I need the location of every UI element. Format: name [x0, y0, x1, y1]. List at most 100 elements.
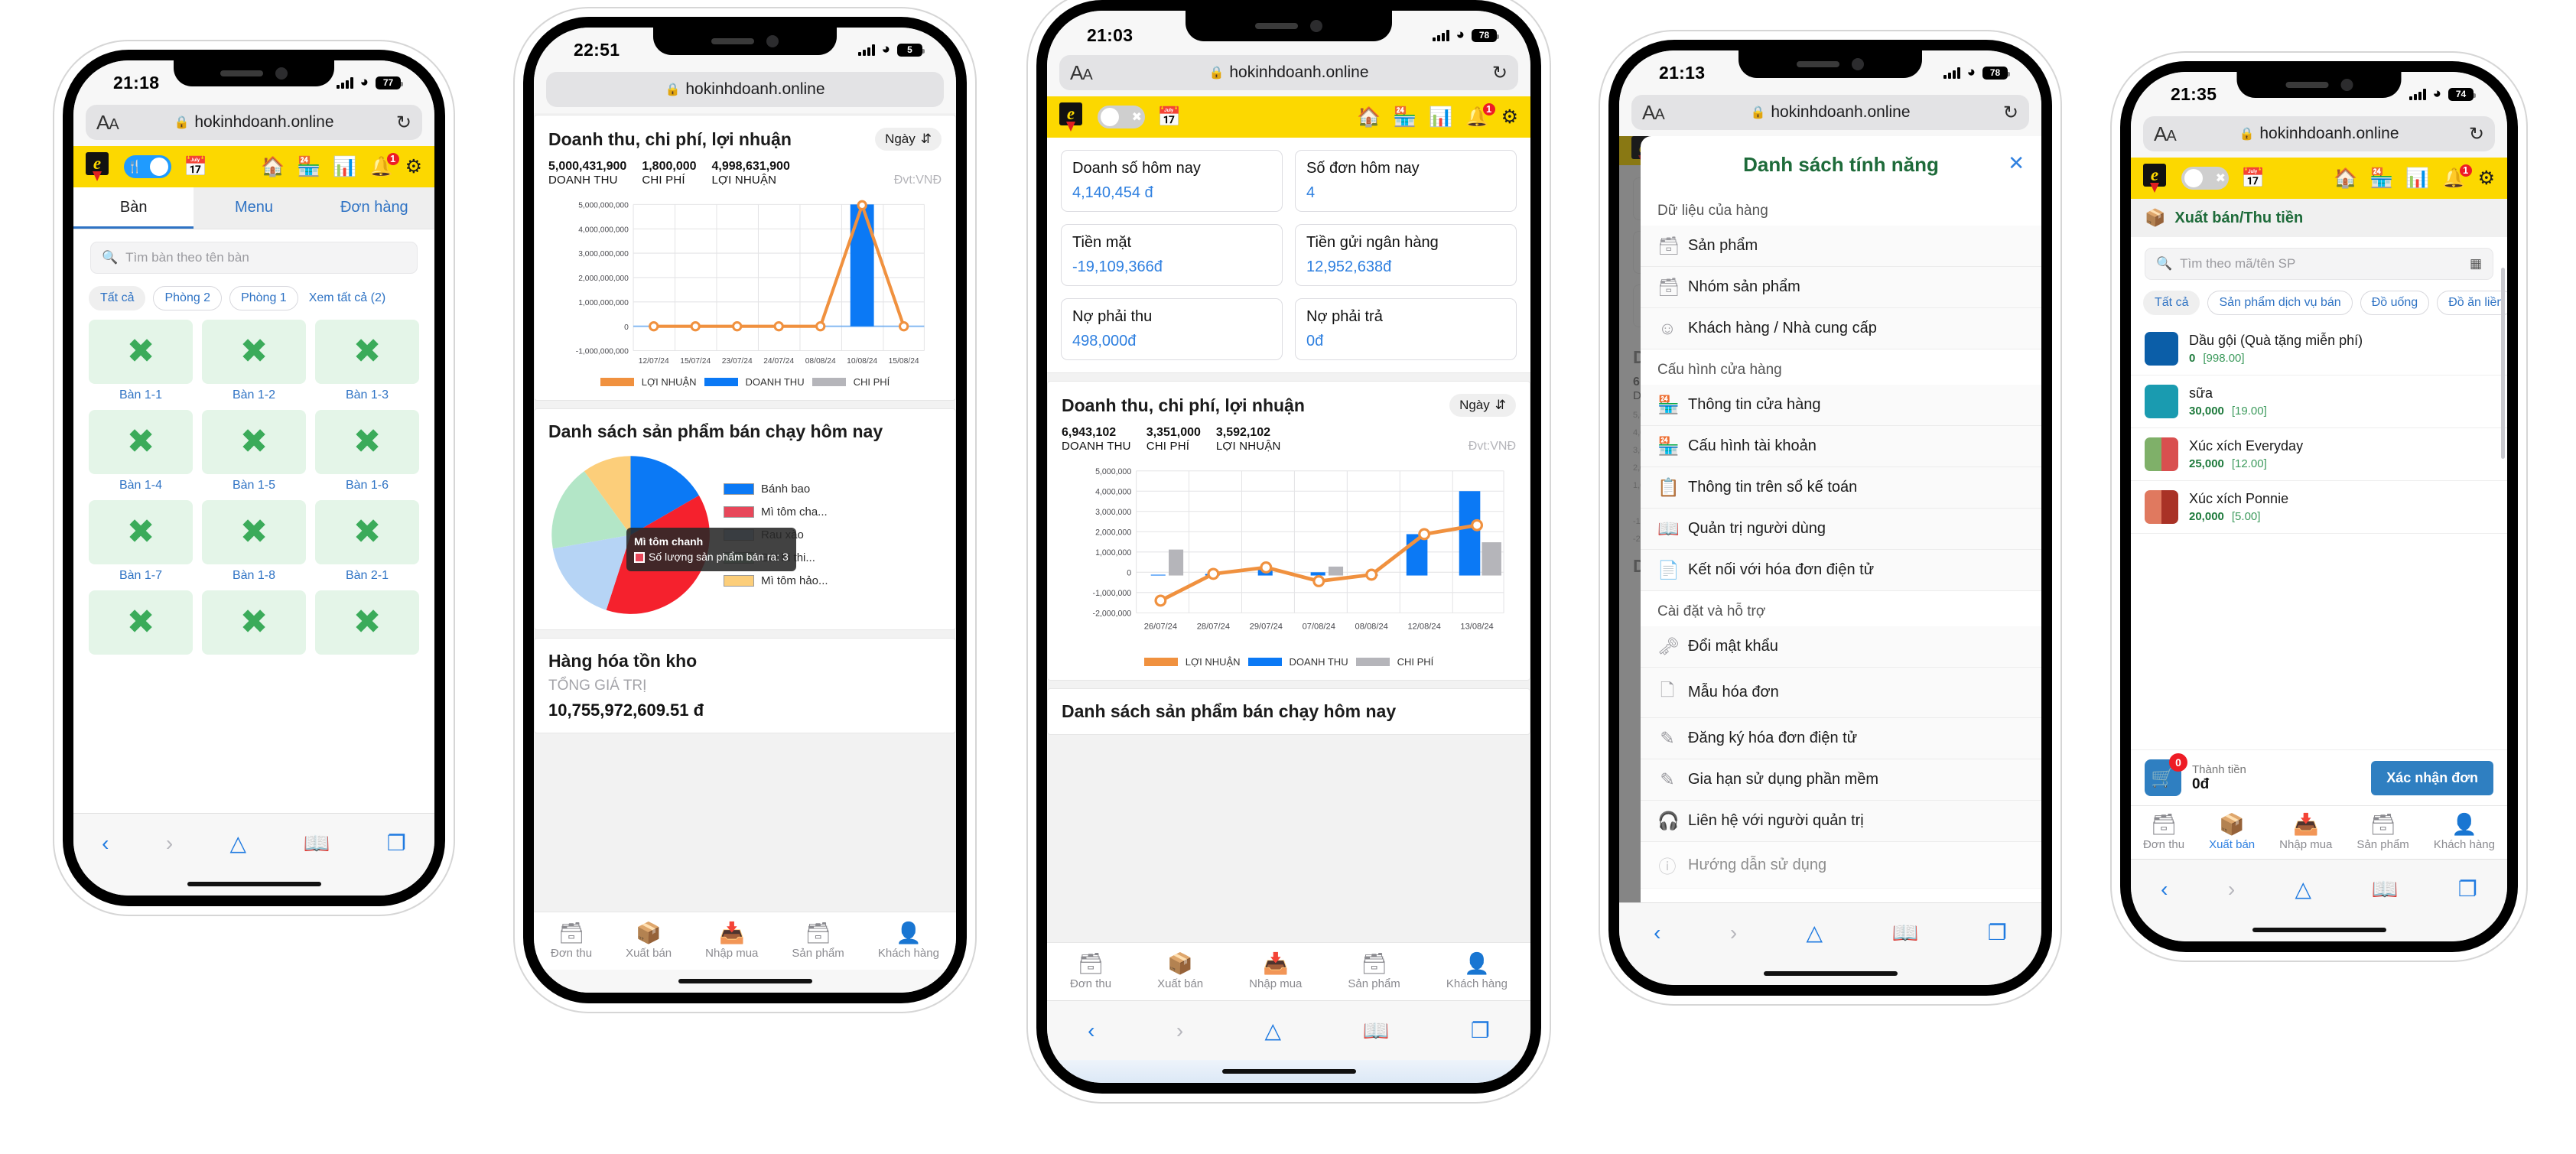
tab-xuat-ban[interactable]: 📦 Xuất bán: [626, 922, 672, 960]
chip-do-uong[interactable]: Đồ uống: [2360, 291, 2430, 315]
tab-khach-hang[interactable]: 👤 Khách hàng: [878, 922, 939, 960]
address-text[interactable]: 🔒 hokinhdoanh.online: [86, 113, 422, 132]
tabs-icon[interactable]: ❐: [387, 831, 406, 856]
home-icon[interactable]: 🏠: [1357, 107, 1381, 127]
view-all-link[interactable]: Xem tất cả (2): [305, 287, 397, 310]
table-cell[interactable]: ✖ Bàn 1-8: [202, 500, 306, 583]
table-cell[interactable]: ✖: [89, 590, 193, 655]
notifications-button[interactable]: 🔔 1: [369, 151, 401, 177]
app-logo-icon[interactable]: e: [1059, 102, 1085, 132]
chip-tat-ca[interactable]: Tất cả: [2143, 291, 2200, 315]
back-icon[interactable]: ‹: [1088, 1019, 1094, 1043]
forward-icon[interactable]: ›: [1730, 921, 1737, 945]
period-select[interactable]: Ngày ⇵: [1449, 394, 1516, 417]
chip-do-an-lien[interactable]: Đồ ăn liền: [2437, 291, 2507, 315]
search-input[interactable]: 🔍 Tìm bàn theo tên bàn: [90, 242, 418, 274]
address-text[interactable]: 🔒 hokinhdoanh.online: [1059, 63, 1518, 82]
forward-icon[interactable]: ›: [1176, 1019, 1183, 1043]
kpi-card[interactable]: Nợ phải thu 498,000đ: [1061, 298, 1283, 360]
menu-item-khach-hang[interactable]: ☺ Khách hàng / Nhà cung cấp: [1641, 308, 2041, 349]
table-cell[interactable]: ✖: [315, 590, 419, 655]
tabs-icon[interactable]: ❐: [2458, 876, 2477, 902]
chip-phong-1[interactable]: Phòng 1: [229, 286, 298, 310]
share-icon[interactable]: △: [230, 831, 247, 856]
reload-icon[interactable]: ↻: [1492, 62, 1508, 84]
table-cell[interactable]: ✖ Bàn 1-3: [315, 320, 419, 402]
store-icon[interactable]: 🏪: [1393, 107, 1416, 127]
table-cell[interactable]: ✖ Bàn 1-7: [89, 500, 193, 583]
menu-item-gia-han[interactable]: ✎ Gia hạn sử dụng phần mềm: [1641, 759, 2041, 801]
tab-san-pham[interactable]: 🗃 Sản phẩm: [2356, 814, 2408, 851]
gear-icon[interactable]: ⚙: [1501, 107, 1518, 127]
address-text[interactable]: 🔒 hokinhdoanh.online: [546, 80, 944, 99]
table-cell[interactable]: ✖ Bàn 1-1: [89, 320, 193, 402]
phone-4-browser-url-bar[interactable]: AA 🔒 hokinhdoanh.online ↻: [1619, 95, 2041, 136]
menu-item-ket-noi-hoa-don[interactable]: 📄 Kết nối với hóa đơn điện tử: [1641, 550, 2041, 591]
tabs-icon[interactable]: ❐: [1471, 1018, 1490, 1043]
tab-nhap-mua[interactable]: 📥 Nhập mua: [2279, 814, 2332, 851]
service-mode-toggle[interactable]: ✖: [2181, 167, 2229, 190]
chip-phong-2[interactable]: Phòng 2: [153, 286, 223, 310]
phone-3-browser-url-bar[interactable]: AA 🔒 hokinhdoanh.online ↻: [1047, 55, 1530, 96]
menu-item-huong-dan[interactable]: ⓘ Hướng dẫn sử dụng: [1641, 842, 2041, 889]
store-icon[interactable]: 🏪: [297, 157, 320, 177]
menu-item-dang-ky-hoa-don[interactable]: ✎ Đăng ký hóa đơn điện tử: [1641, 718, 2041, 759]
back-icon[interactable]: ‹: [102, 831, 109, 856]
period-select[interactable]: Ngày ⇵: [875, 128, 942, 151]
menu-item-doi-mat-khau[interactable]: 🗝 Đổi mật khẩu: [1641, 626, 2041, 668]
reload-icon[interactable]: ↻: [2469, 123, 2484, 145]
table-cell[interactable]: ✖ Bàn 2-1: [315, 500, 419, 583]
tab-san-pham[interactable]: 🗃 Sản phẩm: [1348, 953, 1400, 990]
tab-menu[interactable]: Menu: [194, 187, 314, 229]
share-icon[interactable]: △: [1807, 920, 1823, 945]
product-row[interactable]: sữa 30,000 [19.00]: [2131, 375, 2507, 428]
menu-item-quan-tri-nguoi-dung[interactable]: 📖 Quản trị người dùng: [1641, 509, 2041, 550]
bookmarks-icon[interactable]: 📖: [2371, 876, 2398, 902]
back-icon[interactable]: ‹: [2161, 877, 2168, 902]
menu-item-thong-tin-cua-hang[interactable]: 🏪 Thông tin cửa hàng: [1641, 385, 2041, 426]
chip-san-pham-dich-vu[interactable]: Sản phẩm dịch vụ bán: [2207, 291, 2353, 315]
confirm-order-button[interactable]: Xác nhận đơn: [2371, 760, 2493, 795]
notifications-button[interactable]: 🔔 1: [2441, 162, 2474, 188]
kpi-card[interactable]: Số đơn hôm nay 4: [1295, 150, 1517, 212]
home-icon[interactable]: 🏠: [2334, 168, 2357, 188]
phone-5-browser-url-bar[interactable]: AA 🔒 hokinhdoanh.online ↻: [2131, 116, 2507, 158]
menu-item-san-pham[interactable]: 🗃 Sản phẩm: [1641, 226, 2041, 267]
tab-khach-hang[interactable]: 👤 Khách hàng: [2434, 814, 2495, 851]
bookmarks-icon[interactable]: 📖: [1362, 1018, 1389, 1043]
address-text[interactable]: 🔒 hokinhdoanh.online: [1631, 103, 2029, 122]
menu-item-mau-hoa-don[interactable]: 🗋 Mẫu hóa đơn: [1641, 668, 2041, 718]
reload-icon[interactable]: ↻: [2003, 102, 2018, 124]
back-icon[interactable]: ‹: [1654, 921, 1660, 945]
tab-don-thu[interactable]: 🗃 Đơn thu: [551, 922, 592, 960]
app-logo-icon[interactable]: e: [2143, 164, 2169, 193]
address-text[interactable]: 🔒 hokinhdoanh.online: [2143, 125, 2495, 143]
table-cell[interactable]: ✖ Bàn 1-2: [202, 320, 306, 402]
table-cell[interactable]: ✖ Bàn 1-4: [89, 410, 193, 492]
gear-icon[interactable]: ⚙: [2478, 168, 2495, 188]
menu-item-nhom-san-pham[interactable]: 🗃 Nhóm sản phẩm: [1641, 267, 2041, 308]
home-icon[interactable]: 🏠: [261, 157, 285, 177]
gear-icon[interactable]: ⚙: [405, 157, 422, 177]
tab-nhap-mua[interactable]: 📥 Nhập mua: [1249, 953, 1302, 990]
tab-don-thu[interactable]: 🗃 Đơn thu: [1070, 953, 1111, 990]
notifications-button[interactable]: 🔔 1: [1465, 101, 1497, 127]
tab-xuat-ban[interactable]: 📦 Xuất bán: [2209, 814, 2255, 851]
tab-khach-hang[interactable]: 👤 Khách hàng: [1446, 953, 1508, 990]
scrollbar[interactable]: [2501, 268, 2505, 459]
reload-icon[interactable]: ↻: [396, 112, 411, 134]
product-row[interactable]: Xúc xích Everyday 25,000 [12.00]: [2131, 428, 2507, 481]
chart-icon[interactable]: 📊: [1429, 107, 1452, 127]
chip-tat-ca[interactable]: Tất cả: [89, 286, 146, 310]
tab-san-pham[interactable]: 🗃 Sản phẩm: [792, 922, 844, 960]
tab-xuat-ban[interactable]: 📦 Xuất bán: [1157, 953, 1203, 990]
share-icon[interactable]: △: [1265, 1018, 1282, 1043]
forward-icon[interactable]: ›: [166, 831, 173, 856]
service-mode-toggle[interactable]: 🍴: [124, 155, 171, 178]
tab-nhap-mua[interactable]: 📥 Nhập mua: [705, 922, 758, 960]
calendar-icon[interactable]: 📅: [1157, 107, 1181, 127]
close-icon[interactable]: ✕: [2008, 151, 2025, 175]
product-row[interactable]: Xúc xích Ponnie 20,000 [5.00]: [2131, 481, 2507, 534]
phone-2-browser-url-bar[interactable]: 🔒 hokinhdoanh.online: [534, 72, 956, 113]
cart-button[interactable]: 🛒 0: [2145, 753, 2187, 796]
